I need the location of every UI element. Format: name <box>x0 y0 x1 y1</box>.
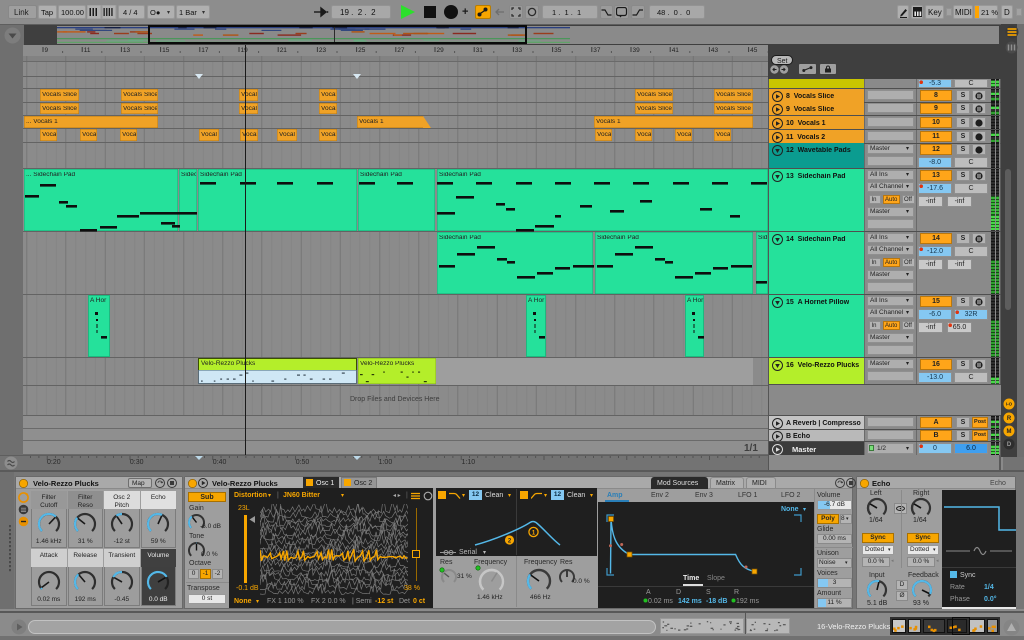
svg-text:D: D <box>1007 442 1012 448</box>
svg-text:R: R <box>1007 416 1012 422</box>
svg-text:M: M <box>1007 429 1012 435</box>
svg-text:I-O: I-O <box>1006 402 1013 407</box>
